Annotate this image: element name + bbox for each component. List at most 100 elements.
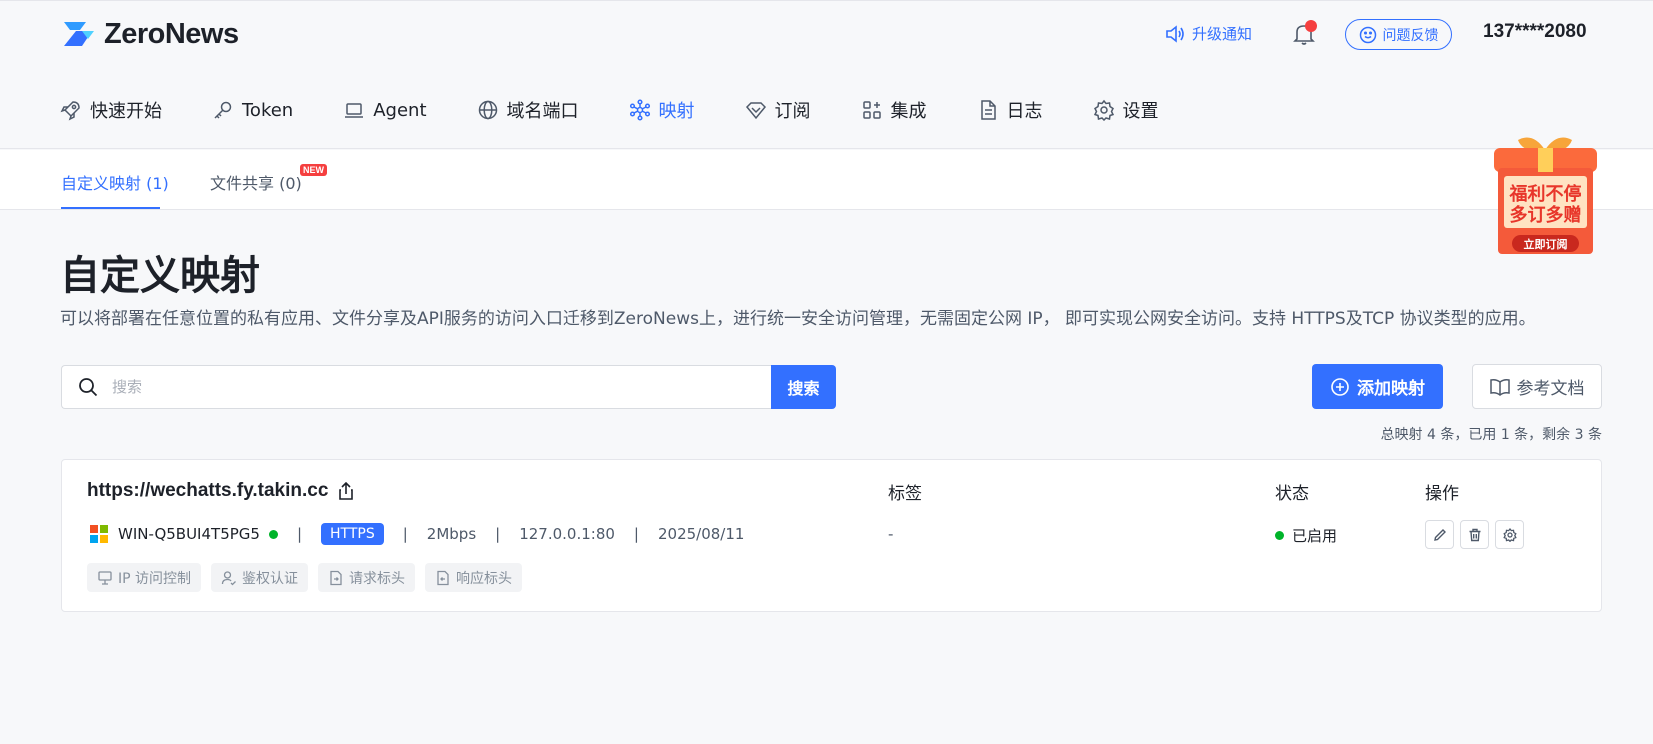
windows-icon: [90, 525, 108, 543]
active-tab-indicator: [61, 207, 160, 209]
mapping-summary: 总映射 4 条，已用 1 条，剩余 3 条: [1380, 427, 1602, 443]
notification-dot: [1305, 20, 1317, 32]
top-bar: ZeroNews 升级通知 问题反馈 137****2080 快速开始 Toke…: [0, 0, 1653, 149]
page-title: 自定义映射: [60, 253, 260, 299]
search-input[interactable]: [112, 378, 712, 396]
monitor-icon: [98, 570, 112, 585]
smile-icon: [1359, 26, 1376, 43]
sub-nav: 自定义映射 (1) 文件共享 (0) NEW: [0, 150, 1653, 210]
promo-cta: 立即订阅: [1524, 237, 1568, 251]
zeronews-logo-icon: [64, 22, 94, 46]
promo-gift-banner[interactable]: 福利不停 多订多赠 立即订阅: [1488, 132, 1603, 264]
main-nav: 快速开始 Token Agent 域名端口 映射 订阅 集成 日志 设置: [60, 97, 1209, 123]
nav-label: 设置: [1122, 101, 1159, 122]
feature-response-headers[interactable]: 响应标头: [425, 563, 523, 592]
nav-label: 集成: [890, 101, 927, 122]
separator: |: [296, 525, 303, 543]
book-icon: [1489, 378, 1510, 396]
trash-icon: [1469, 528, 1480, 541]
mapping-url-text[interactable]: https://wechatts.fy.takin.cc: [87, 480, 328, 502]
status-dot: [1275, 531, 1284, 540]
nav-item-integration[interactable]: 集成: [861, 97, 927, 123]
plus-circle-icon: [1331, 377, 1349, 396]
nav-label: 域名端口: [506, 101, 579, 122]
share-icon[interactable]: [338, 482, 354, 500]
diamond-icon: [745, 102, 766, 120]
add-mapping-label: 添加映射: [1357, 379, 1425, 399]
new-badge: NEW: [300, 164, 327, 176]
nav-label: 映射: [658, 101, 695, 122]
gear-icon: [1502, 527, 1517, 542]
separator: |: [402, 525, 408, 543]
device-online-dot: [268, 529, 278, 539]
nav-item-settings[interactable]: 设置: [1093, 97, 1159, 123]
col-header-status: 状态: [1275, 484, 1309, 504]
add-mapping-button[interactable]: 添加映射: [1312, 364, 1443, 409]
mapping-url[interactable]: https://wechatts.fy.takin.cc: [87, 480, 354, 502]
tags-value: -: [888, 525, 894, 543]
page-description: 可以将部署在任意位置的私有应用、文件分享及API服务的访问入口迁移到ZeroNe…: [60, 309, 1536, 329]
laptop-icon: [345, 103, 364, 118]
settings-button[interactable]: [1495, 520, 1524, 549]
feature-auth[interactable]: 鉴权认证: [211, 563, 309, 592]
feature-label: IP 访问控制: [118, 570, 192, 587]
promo-line2: 多订多赠: [1510, 204, 1582, 226]
apps-icon: [862, 101, 881, 119]
nav-label: 订阅: [774, 101, 811, 122]
user-account[interactable]: 137****2080: [1483, 21, 1587, 43]
separator: |: [633, 525, 639, 543]
edit-button[interactable]: [1425, 520, 1454, 549]
search-icon: [79, 378, 98, 397]
nav-item-domain-port[interactable]: 域名端口: [477, 97, 579, 123]
feature-request-headers[interactable]: 请求标头: [318, 563, 416, 592]
feedback-label: 问题反馈: [1382, 27, 1439, 44]
file-return-icon: [437, 570, 449, 585]
nav-item-logs[interactable]: 日志: [977, 97, 1043, 123]
logo[interactable]: ZeroNews: [60, 18, 239, 50]
nav-label: 快速开始: [90, 101, 162, 122]
nav-item-agent[interactable]: Agent: [343, 99, 427, 121]
network-icon: [629, 99, 650, 121]
created-date: 2025/08/11: [657, 525, 745, 543]
key-icon: [214, 101, 232, 119]
feedback-button[interactable]: 问题反馈: [1345, 19, 1452, 50]
file-arrow-icon: [330, 570, 342, 585]
feature-label: 鉴权认证: [242, 570, 299, 587]
pencil-icon: [1433, 528, 1446, 541]
bandwidth: 2Mbps: [426, 525, 477, 543]
col-header-tags: 标签: [888, 484, 922, 504]
target-address: 127.0.0.1:80: [519, 525, 615, 543]
reference-docs-label: 参考文档: [1516, 379, 1585, 399]
status-indicator: 已启用: [1275, 525, 1337, 546]
protocol-badge: HTTPS: [321, 523, 384, 545]
status-label: 已启用: [1292, 527, 1338, 545]
feature-label: 请求标头: [349, 570, 406, 587]
feature-ip-access-control[interactable]: IP 访问控制: [87, 563, 202, 592]
nav-item-token[interactable]: Token: [212, 99, 293, 121]
nav-label: Token: [242, 99, 294, 121]
nav-item-mapping[interactable]: 映射: [629, 97, 695, 123]
search-button[interactable]: 搜索: [771, 365, 836, 409]
nav-item-quickstart[interactable]: 快速开始: [60, 97, 162, 123]
feature-label: 响应标头: [456, 570, 513, 587]
nav-label: 日志: [1006, 101, 1043, 122]
upgrade-notice-link[interactable]: 升级通知: [1165, 23, 1252, 44]
tab-custom-mapping[interactable]: 自定义映射 (1): [61, 170, 169, 194]
globe-icon: [478, 100, 497, 120]
upgrade-label: 升级通知: [1192, 25, 1253, 43]
user-check-icon: [221, 570, 236, 585]
speaker-icon: [1166, 24, 1184, 43]
reference-docs-button[interactable]: 参考文档: [1472, 364, 1602, 409]
nav-label: Agent: [373, 99, 427, 121]
delete-button[interactable]: [1460, 520, 1489, 549]
search-field[interactable]: [61, 365, 771, 409]
mapping-card: https://wechatts.fy.takin.cc 标签 状态 操作 WI…: [61, 459, 1602, 612]
feature-chips: IP 访问控制 鉴权认证 请求标头 响应标头: [87, 563, 523, 592]
tab-file-share[interactable]: 文件共享 (0): [210, 170, 302, 194]
separator: |: [495, 525, 501, 543]
mapping-meta: WIN-Q5BUI4T5PG5 | HTTPS | 2Mbps | 127.0.…: [90, 522, 744, 546]
promo-line1: 福利不停: [1509, 183, 1582, 205]
device-name: WIN-Q5BUI4T5PG5: [118, 525, 260, 543]
gear-icon: [1093, 99, 1114, 121]
nav-item-subscription[interactable]: 订阅: [745, 97, 811, 123]
